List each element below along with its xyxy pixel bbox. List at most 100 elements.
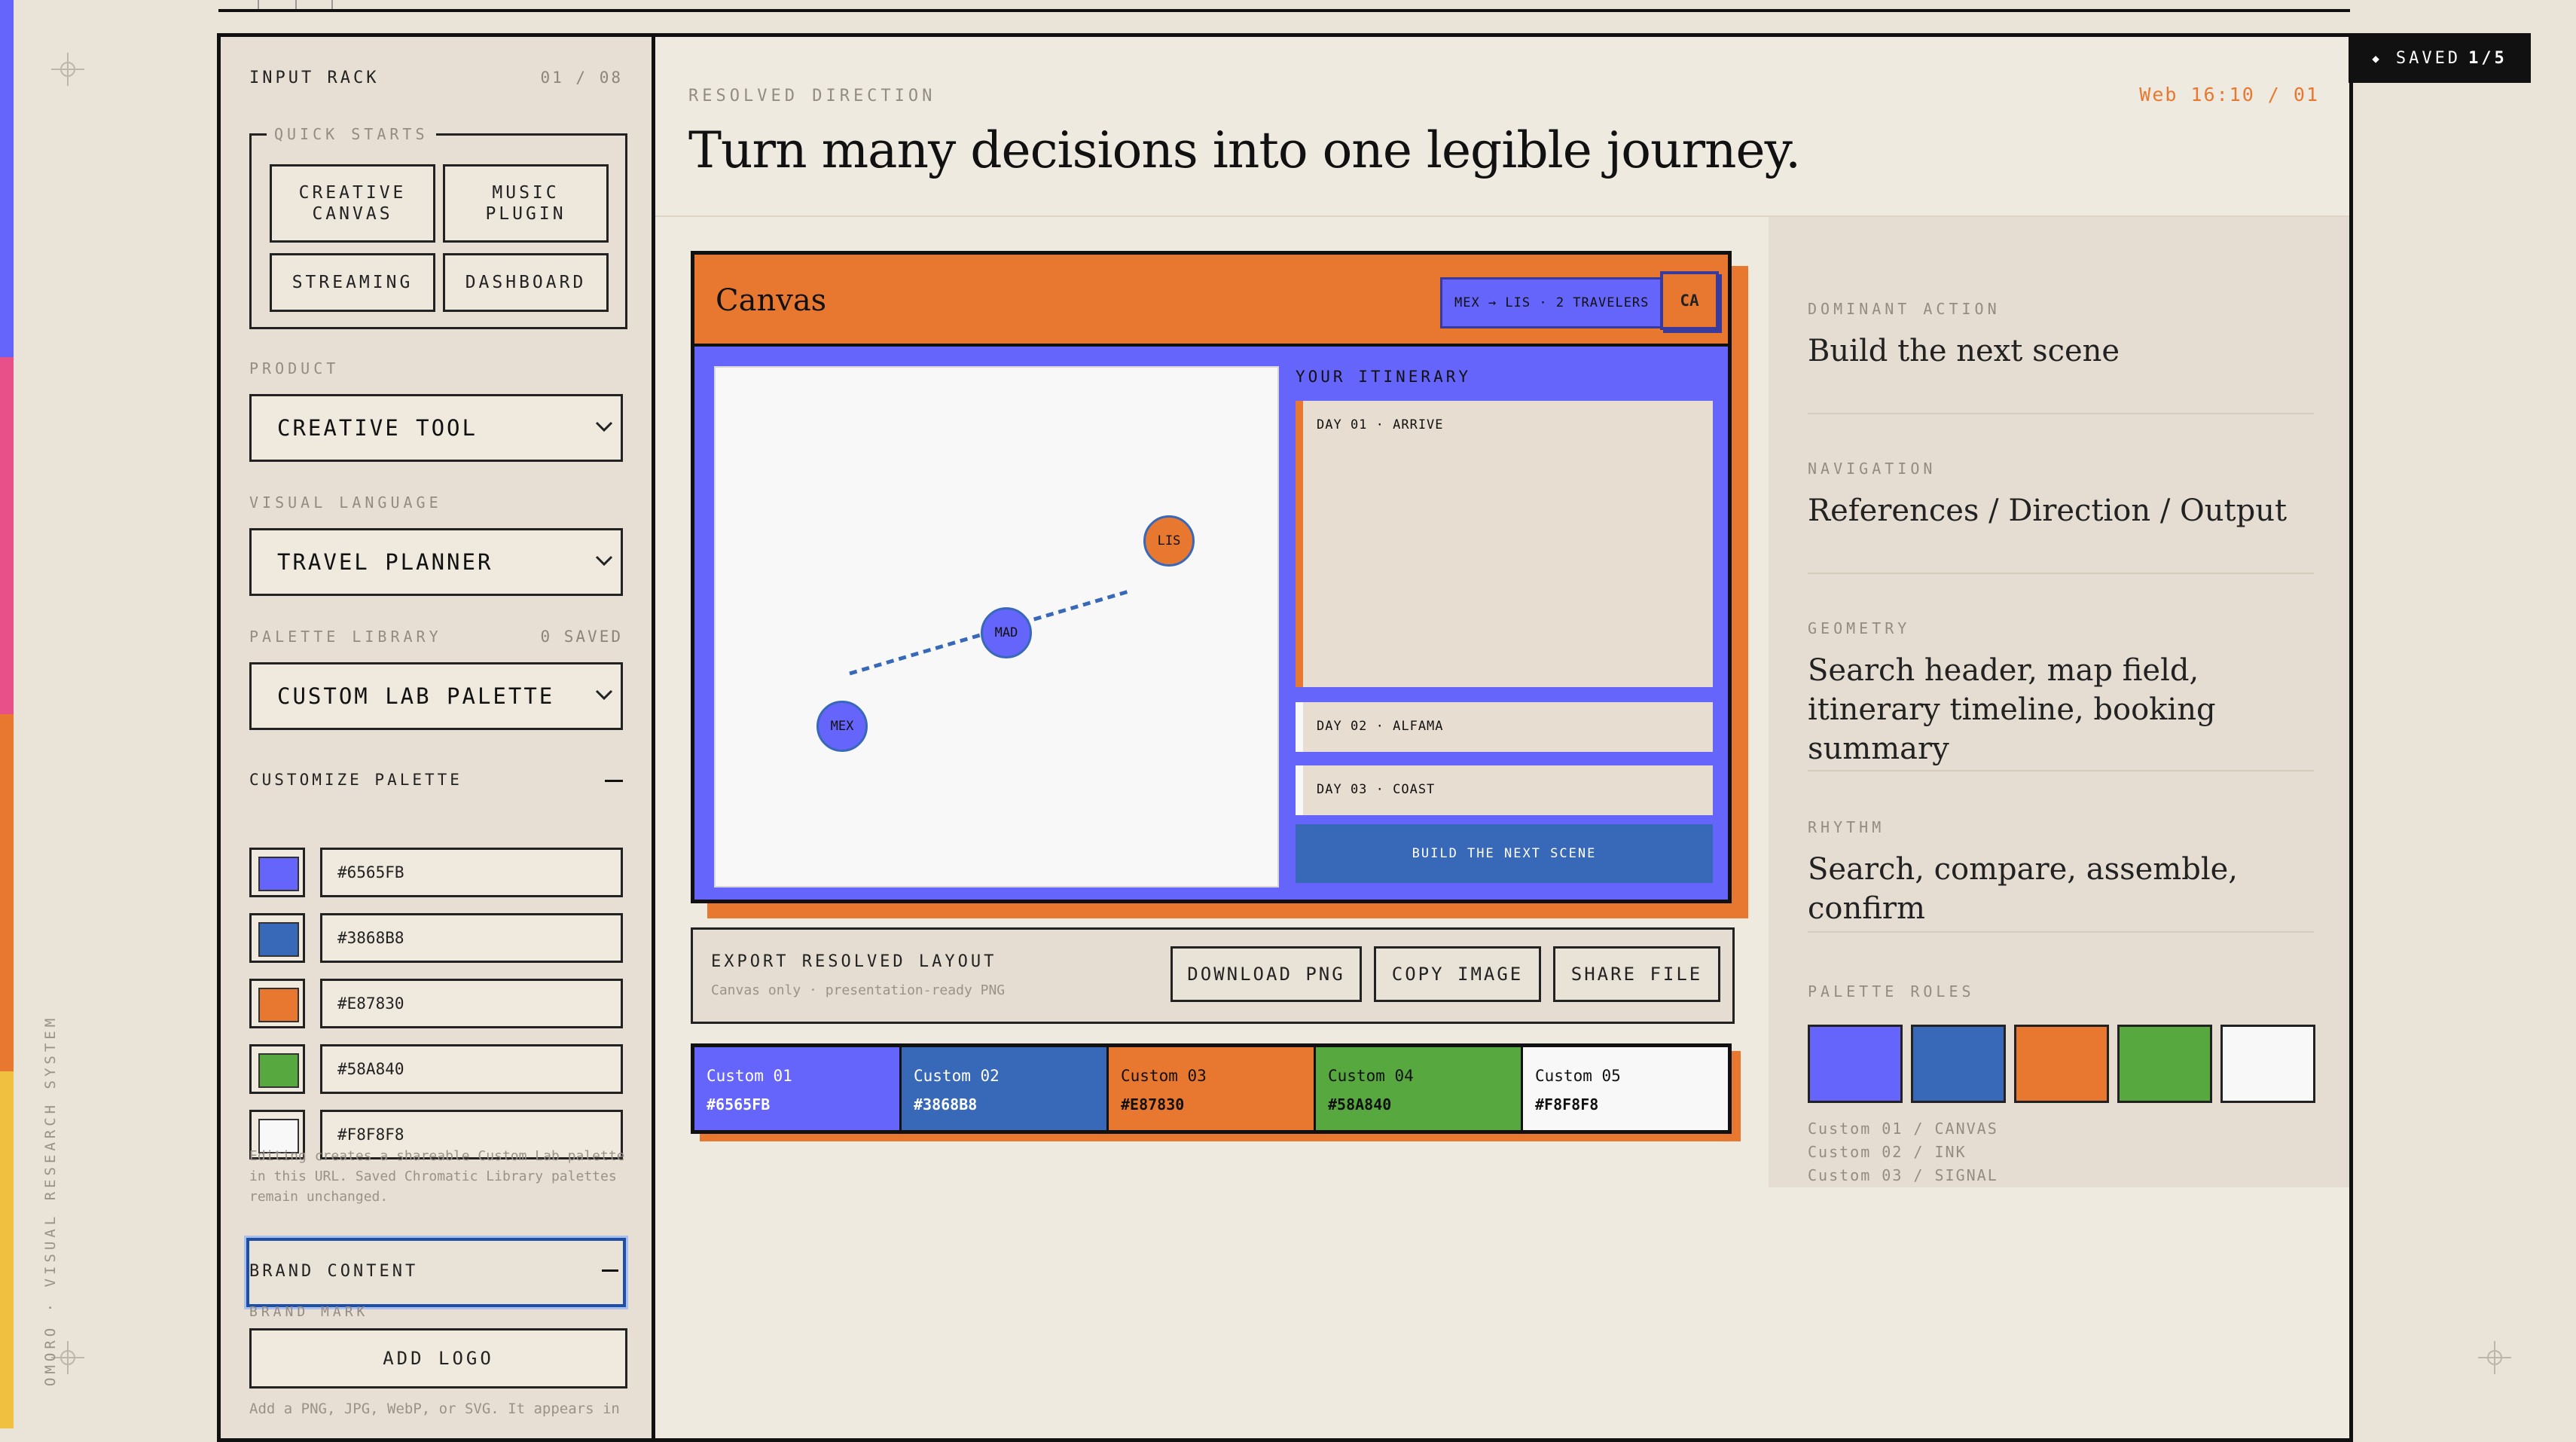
product-select[interactable]: CREATIVE TOOL [249,394,623,462]
customize-help-text: Editing creates a shareable Custom Lab p… [249,1148,625,1205]
brand-content-header[interactable]: BRAND CONTENT [246,1238,626,1307]
summary-rhythm: RHYTHM Search, compare, assemble, confir… [1808,818,2314,933]
palette-chip[interactable]: Custom 05 #F8F8F8 [1523,1047,1728,1130]
day-label: DAY 03 · COAST [1317,782,1436,797]
summary-navigation: NAVIGATION References / Direction / Outp… [1808,460,2314,574]
download-png-button[interactable]: DOWNLOAD PNG [1170,946,1362,1002]
quick-start-dashboard-button[interactable]: DASHBOARD [443,253,609,312]
day-label: DAY 01 · ARRIVE [1317,417,1444,432]
brand-help-text: Add a PNG, JPG, WebP, or SVG. It appears… [249,1401,620,1417]
saved-label: SAVED [2395,48,2462,68]
input-rack-sidebar: INPUT RACK 01 / 08 QUICK STARTS CREATIVE… [221,37,655,1438]
collapse-icon[interactable] [605,780,623,782]
visual-language-select[interactable]: TRAVEL PLANNER [249,528,623,596]
summary-value: Build the next scene [1808,334,2120,368]
canvas-title: Canvas [716,283,827,318]
palette-swatch-row: #6565FB [249,848,623,897]
avatar[interactable]: CA [1660,271,1719,330]
top-rule [218,0,2350,12]
palette-role-swatch [1911,1025,2006,1103]
build-next-scene-button[interactable]: BUILD THE NEXT SCENE [1296,824,1713,883]
hex-input[interactable]: #58A840 [320,1044,623,1094]
map-node-mex[interactable]: MEX [816,701,868,752]
palette-role: Custom 02 / INK [1808,1143,1967,1161]
sidebar-title: INPUT RACK [249,69,380,87]
palette-role-swatch [1808,1025,1903,1103]
trip-search-pill[interactable]: MEX → LIS · 2 TRAVELERS · SE [1440,277,1693,328]
map-node-lis[interactable]: LIS [1143,515,1195,567]
customize-palette-header[interactable]: CUSTOMIZE PALETTE [249,771,462,789]
canvas-card-header: Canvas MEX → LIS · 2 TRAVELERS · SE CA [694,255,1728,347]
brand-mark-label: BRAND MARK [249,1304,369,1320]
product-label: PRODUCT [249,359,340,377]
add-logo-button[interactable]: ADD LOGO [249,1328,627,1389]
collapse-icon[interactable] [602,1269,618,1272]
color-picker-swatch[interactable] [249,1044,305,1094]
export-title: EXPORT RESOLVED LAYOUT [711,952,997,971]
direction-summary-panel: DOMINANT ACTION Build the next scene NAV… [1769,217,2349,1187]
palette-library-select[interactable]: CUSTOM LAB PALETTE [249,662,623,730]
chip-name: Custom 03 [1121,1067,1207,1085]
palette-swatch-row: #3868B8 [249,913,623,963]
summary-label: NAVIGATION [1808,460,1937,478]
summary-value: Search header, map field, itinerary time… [1808,653,2216,766]
itinerary-day-2[interactable]: DAY 02 · ALFAMA [1296,702,1713,752]
chip-value: #E87830 [1121,1095,1185,1114]
route-map[interactable]: MEX MAD LIS [714,366,1279,888]
palette-role: Custom 03 / SIGNAL [1808,1166,1998,1184]
swatch-color [258,922,299,957]
chip-name: Custom 05 [1535,1067,1621,1085]
crosshair-icon [2478,1341,2511,1374]
quick-start-music-plugin-button[interactable]: MUSIC PLUGIN [443,164,609,243]
brand-content-label: BRAND CONTENT [249,1262,419,1281]
saved-badge[interactable]: ◆ SAVED 1/5 [2349,33,2531,83]
palette-library-label: PALETTE LIBRARY [249,628,442,646]
chevron-down-icon [595,421,613,432]
palette-chip[interactable]: Custom 01 #6565FB [694,1047,902,1130]
palette-swatch-row: #58A840 [249,1044,623,1094]
vertical-brand-label: OMORO · VISUAL RESEARCH SYSTEM [42,1014,59,1386]
palette-library-saved-count: 0 SAVED [540,628,623,646]
product-select-value: CREATIVE TOOL [277,415,478,441]
summary-geometry: GEOMETRY Search header, map field, itine… [1808,619,2314,771]
eyebrow-label: RESOLVED DIRECTION [688,87,936,105]
visual-language-label: VISUAL LANGUAGE [249,493,442,512]
quick-start-streaming-button[interactable]: STREAMING [270,253,435,312]
quick-start-creative-canvas-button[interactable]: CREATIVE CANVAS [270,164,435,243]
chip-name: Custom 02 [914,1067,1000,1085]
chevron-down-icon [595,689,613,701]
color-picker-swatch[interactable] [249,913,305,963]
palette-roles-label: PALETTE ROLES [1808,982,1975,1001]
hex-input[interactable]: #6565FB [320,848,623,897]
itinerary-day-3[interactable]: DAY 03 · COAST [1296,765,1713,815]
trip-search-text: MEX → LIS · 2 TRAVELERS · SE [1454,295,1692,310]
palette-role: Custom 01 / CANVAS [1808,1120,1998,1138]
sidebar-counter: 01 / 08 [540,69,623,87]
chip-value: #3868B8 [914,1095,978,1114]
color-picker-swatch[interactable] [249,848,305,897]
palette-chip[interactable]: Custom 02 #3868B8 [902,1047,1109,1130]
canvas-card: Canvas MEX → LIS · 2 TRAVELERS · SE CA M… [691,251,1732,903]
palette-chip[interactable]: Custom 04 #58A840 [1316,1047,1523,1130]
summary-label: DOMINANT ACTION [1808,300,2001,318]
crosshair-icon [51,53,84,86]
itinerary-day-1[interactable]: DAY 01 · ARRIVE [1296,401,1713,687]
map-node-mad[interactable]: MAD [981,607,1032,658]
format-tag: Web 16:10 / 01 [2139,84,2319,105]
palette-role-swatch [2014,1025,2109,1103]
hex-input[interactable]: #3868B8 [320,913,623,963]
share-file-button[interactable]: SHARE FILE [1553,946,1720,1002]
hex-value: #6565FB [337,863,404,881]
quick-starts-group: QUICK STARTS CREATIVE CANVAS MUSIC PLUGI… [249,125,627,329]
copy-image-button[interactable]: COPY IMAGE [1374,946,1541,1002]
hex-input[interactable]: #E87830 [320,979,623,1028]
day-label: DAY 02 · ALFAMA [1317,719,1444,734]
app-frame: INPUT RACK 01 / 08 QUICK STARTS CREATIVE… [217,33,2353,1442]
palette-chip[interactable]: Custom 03 #E87830 [1109,1047,1316,1130]
summary-value: Search, compare, assemble, confirm [1808,852,2239,926]
palette-swatch-row: #E87830 [249,979,623,1028]
color-picker-swatch[interactable] [249,979,305,1028]
hex-value: #58A840 [337,1060,404,1078]
chip-value: #6565FB [707,1095,771,1114]
chip-name: Custom 04 [1328,1067,1414,1085]
